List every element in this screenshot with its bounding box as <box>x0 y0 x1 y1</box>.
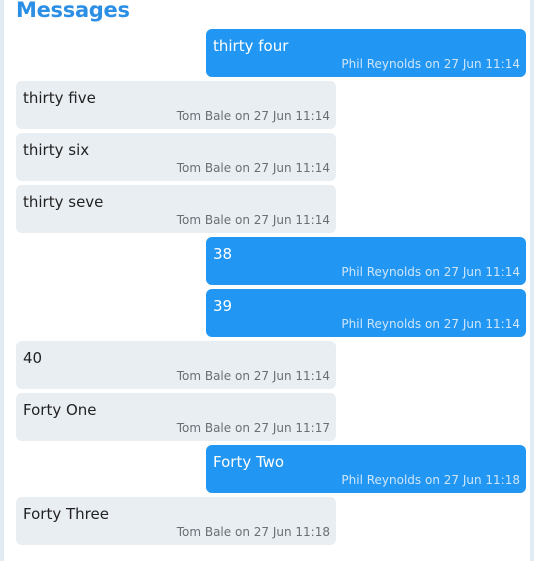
message-meta: Phil Reynolds on 27 Jun 11:14 <box>341 317 520 331</box>
message-meta: Phil Reynolds on 27 Jun 11:14 <box>341 265 520 279</box>
message-author: Tom Bale <box>176 161 232 175</box>
message-timestamp: 27 Jun 11:14 <box>443 265 520 279</box>
message-separator: on <box>234 161 250 175</box>
message-timestamp: 27 Jun 11:14 <box>253 213 330 227</box>
message-author: Tom Bale <box>176 421 232 435</box>
message-text: Forty Three <box>23 505 109 523</box>
message-separator: on <box>234 213 250 227</box>
message-timestamp: 27 Jun 11:18 <box>443 473 520 487</box>
message-bubble-received: thirty five Tom Bale on 27 Jun 11:14 <box>16 81 336 129</box>
message-bubble-received: thirty six Tom Bale on 27 Jun 11:14 <box>16 133 336 181</box>
messages-panel: Messages thirty four Phil Reynolds on 27… <box>0 0 534 561</box>
message-meta: Tom Bale on 27 Jun 11:18 <box>177 525 330 539</box>
message-timestamp: 27 Jun 11:18 <box>253 525 330 539</box>
message-bubble-received: Forty One Tom Bale on 27 Jun 11:17 <box>16 393 336 441</box>
message-separator: on <box>234 109 250 123</box>
message-timestamp: 27 Jun 11:14 <box>253 109 330 123</box>
message-separator: on <box>424 317 440 331</box>
message-text: thirty seve <box>23 193 104 211</box>
message-meta: Phil Reynolds on 27 Jun 11:14 <box>341 57 520 71</box>
message-timestamp: 27 Jun 11:14 <box>253 369 330 383</box>
message-meta: Tom Bale on 27 Jun 11:17 <box>177 421 330 435</box>
message-text: thirty six <box>23 141 90 159</box>
message-text: 39 <box>213 297 233 315</box>
message-bubble-received: 40 Tom Bale on 27 Jun 11:14 <box>16 341 336 389</box>
message-author: Phil Reynolds <box>341 265 422 279</box>
message-timestamp: 27 Jun 11:17 <box>253 421 330 435</box>
message-timestamp: 27 Jun 11:14 <box>443 317 520 331</box>
message-separator: on <box>234 369 250 383</box>
message-text: thirty five <box>23 89 96 107</box>
message-bubble-sent: 39 Phil Reynolds on 27 Jun 11:14 <box>206 289 526 337</box>
message-bubble-received: Forty Three Tom Bale on 27 Jun 11:18 <box>16 497 336 545</box>
message-text: 40 <box>23 349 43 367</box>
message-bubble-sent: 38 Phil Reynolds on 27 Jun 11:14 <box>206 237 526 285</box>
message-bubble-received: thirty seve Tom Bale on 27 Jun 11:14 <box>16 185 336 233</box>
message-text: thirty four <box>213 37 289 55</box>
page-title: Messages <box>16 0 130 22</box>
message-author: Tom Bale <box>176 525 232 539</box>
message-timestamp: 27 Jun 11:14 <box>443 57 520 71</box>
message-author: Tom Bale <box>176 213 232 227</box>
message-author: Phil Reynolds <box>341 57 422 71</box>
message-meta: Tom Bale on 27 Jun 11:14 <box>177 213 330 227</box>
message-separator: on <box>424 473 440 487</box>
message-separator: on <box>234 525 250 539</box>
message-separator: on <box>424 57 440 71</box>
message-text: Forty Two <box>213 453 285 471</box>
message-timestamp: 27 Jun 11:14 <box>253 161 330 175</box>
message-author: Tom Bale <box>176 369 232 383</box>
message-meta: Tom Bale on 27 Jun 11:14 <box>177 109 330 123</box>
message-author: Phil Reynolds <box>341 317 422 331</box>
message-separator: on <box>234 421 250 435</box>
message-bubble-sent: Forty Two Phil Reynolds on 27 Jun 11:18 <box>206 445 526 493</box>
message-text: 38 <box>213 245 233 263</box>
message-meta: Tom Bale on 27 Jun 11:14 <box>177 161 330 175</box>
message-meta: Tom Bale on 27 Jun 11:14 <box>177 369 330 383</box>
message-meta: Phil Reynolds on 27 Jun 11:18 <box>341 473 520 487</box>
message-author: Tom Bale <box>176 109 232 123</box>
message-text: Forty One <box>23 401 97 419</box>
message-author: Phil Reynolds <box>341 473 422 487</box>
message-bubble-sent: thirty four Phil Reynolds on 27 Jun 11:1… <box>206 29 526 77</box>
message-separator: on <box>424 265 440 279</box>
